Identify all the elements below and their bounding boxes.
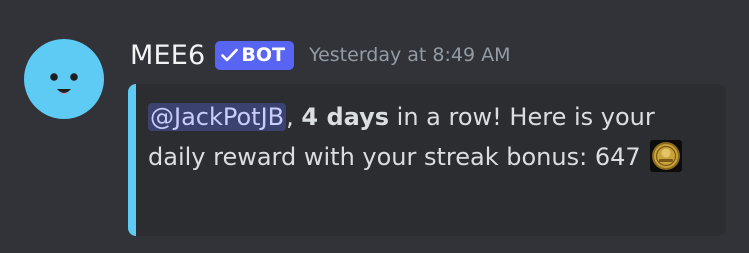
chat-message: MEE6 BOT Yesterday at 8:49 AM @JackPotJB… [0,0,749,253]
checkmark-icon [221,48,239,62]
bot-tag: BOT [215,40,295,70]
message-header: MEE6 BOT Yesterday at 8:49 AM [130,38,511,72]
author-name[interactable]: MEE6 [130,40,205,71]
user-mention[interactable]: @JackPotJB [148,103,287,131]
embed-description: @JackPotJB, 4 days in a row! Here is you… [148,97,718,177]
bot-tag-label: BOT [241,44,286,66]
avatar[interactable] [24,39,104,119]
message-timestamp[interactable]: Yesterday at 8:49 AM [309,44,511,66]
message-embed: @JackPotJB, 4 days in a row! Here is you… [128,84,726,236]
smiley-face-icon [24,39,104,119]
embed-comma: , [286,103,294,131]
streak-count: 4 days [301,103,390,131]
embed-accent-bar [128,84,136,236]
gold-coin-icon [650,140,683,172]
